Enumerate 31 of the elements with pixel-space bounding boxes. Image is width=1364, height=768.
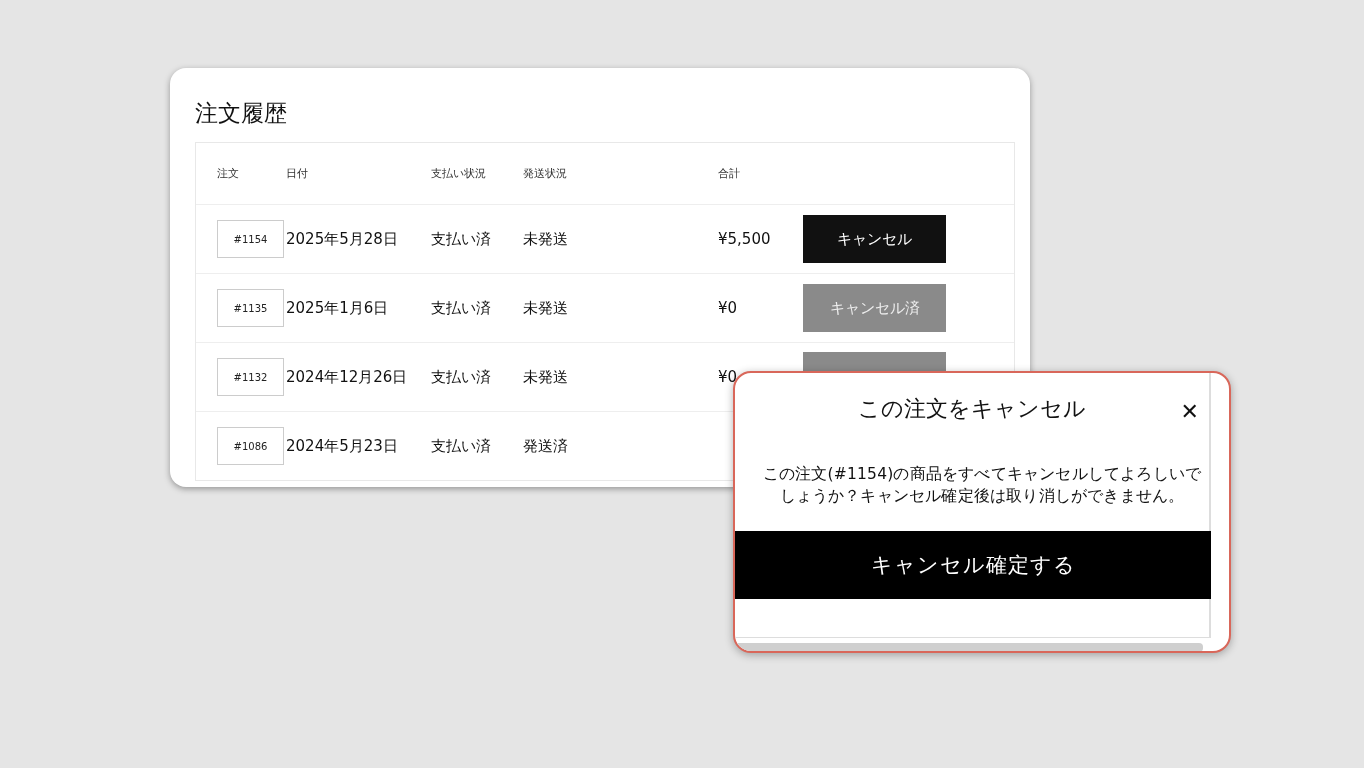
payment-status-cell-text: 支払い済 [431,229,492,249]
total-cell-text: ¥0 [718,299,739,317]
payment-status-cell-text: 支払い済 [431,436,492,456]
date-cell-text: 2024年12月26日 [286,367,409,387]
confirm-cancel-button[interactable]: キャンセル確定する [735,531,1211,599]
close-button[interactable]: ✕ [1180,399,1199,425]
order-number-link[interactable]: #1135 [217,289,284,327]
cancelled-button: キャンセル済 [803,284,946,332]
column-header: 注文 [216,166,240,181]
shipping-status-cell-text: 発送済 [523,436,569,456]
column-header: 支払い状況 [431,166,487,181]
order-number-link[interactable]: #1132 [217,358,284,396]
date-cell-text: 2024年5月23日 [286,436,399,456]
payment-status-cell-text: 支払い済 [431,367,492,387]
column-header: 日付 [286,166,309,181]
date-cell-text: 2025年1月6日 [286,298,390,318]
cancel-button[interactable]: キャンセル [803,215,946,263]
shipping-status-cell-text: 未発送 [523,367,569,387]
dialog-message: この注文(#1154)の商品をすべてキャンセルしてよろしいでしょうか？キャンセル確定後は取り消しができません。 [761,464,1203,507]
shipping-status-cell-text: 未発送 [523,229,569,249]
shipping-status-cell-text: 未発送 [523,298,569,318]
page-title: 注文履歴 [195,99,288,128]
payment-status-cell-text: 支払い済 [431,298,492,318]
dialog-title: この注文をキャンセル [858,395,1086,423]
order-number-link[interactable]: #1086 [217,427,284,465]
total-cell-text: ¥5,500 [718,230,772,248]
date-cell-text: 2025年5月28日 [286,229,399,249]
column-header: 合計 [718,166,741,181]
column-header: 発送状況 [523,166,568,181]
order-number-link[interactable]: #1154 [217,220,284,258]
total-cell-text: ¥0 [718,368,739,386]
